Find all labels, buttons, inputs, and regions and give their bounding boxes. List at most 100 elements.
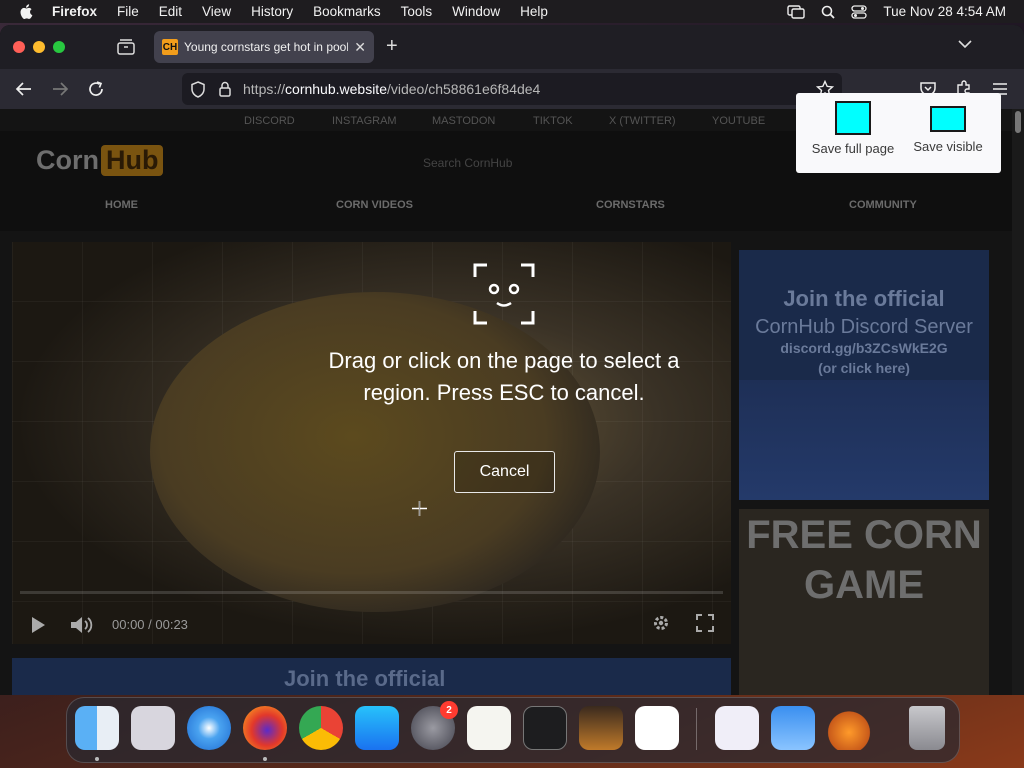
zoom-window-button[interactable] <box>53 41 65 53</box>
menu-bar: Firefox File Edit View History Bookmarks… <box>0 0 1024 23</box>
bottom-discord-banner[interactable]: Join the official <box>12 658 731 695</box>
trash-icon[interactable] <box>909 706 945 750</box>
site-logo[interactable]: Corn Hub <box>36 145 164 176</box>
full-page-icon <box>835 101 871 135</box>
save-full-page-label: Save full page <box>811 141 895 156</box>
garageband-icon[interactable] <box>579 706 623 750</box>
discord-ad-invite: discord.gg/b3ZCsWkE2G <box>780 340 948 356</box>
video-player[interactable]: 00:00 / 00:23 <box>12 242 731 644</box>
control-center-icon[interactable] <box>851 4 868 19</box>
nav-active-underline <box>0 213 1012 241</box>
address-bar[interactable]: https://cornhub.website/video/ch58861e6f… <box>182 73 842 105</box>
video-time-display: 00:00 / 00:23 <box>112 617 188 632</box>
textedit-icon[interactable] <box>467 706 511 750</box>
bottom-banner-text: Join the official <box>284 666 446 691</box>
app-store-icon[interactable] <box>355 706 399 750</box>
browser-tab-active[interactable]: CH Young cornstars get hot in pool ✕ <box>154 31 374 63</box>
lock-icon[interactable] <box>218 81 232 97</box>
logo-text-hub: Hub <box>101 145 164 176</box>
menu-clock[interactable]: Tue Nov 28 4:54 AM <box>883 4 1006 19</box>
forward-arrow-icon[interactable] <box>50 79 70 99</box>
new-tab-button[interactable]: + <box>386 35 398 57</box>
corn-game-ad[interactable]: FREE CORN GAME <box>739 509 989 695</box>
macos-dock: 2 <box>66 697 960 763</box>
system-settings-badge: 2 <box>440 701 458 719</box>
discord-ad-line1: Join the official <box>783 286 945 311</box>
screenshot-options-panel: Save full page Save visible <box>796 93 1001 173</box>
screen-mirroring-icon[interactable] <box>787 4 806 19</box>
discord-ad-illustration <box>739 380 989 500</box>
discord-ad-line2: CornHub Discord Server <box>755 316 973 338</box>
firefox-icon[interactable] <box>243 706 287 750</box>
logo-text-corn: Corn <box>36 145 99 175</box>
menu-window[interactable]: Window <box>452 4 500 19</box>
scrollbar-thumb[interactable] <box>1015 111 1021 133</box>
social-link-youtube[interactable]: YOUTUBE <box>712 115 765 127</box>
crosshair-cursor-icon <box>412 501 427 516</box>
spotlight-search-icon[interactable] <box>821 5 836 19</box>
disk-utility-icon[interactable] <box>827 706 871 750</box>
url-path: /video/ch58861e6f84de4 <box>386 81 541 97</box>
menu-view[interactable]: View <box>202 4 231 19</box>
nav-home[interactable]: HOME <box>105 199 138 211</box>
region-select-face-icon <box>473 263 535 325</box>
menu-app-name[interactable]: Firefox <box>52 4 97 19</box>
video-progress-bar[interactable] <box>20 591 723 594</box>
corn-game-ad-line2: GAME <box>804 563 924 607</box>
chrome-icon[interactable] <box>299 706 343 750</box>
tracking-protection-shield-icon[interactable] <box>190 81 206 98</box>
dock-separator <box>696 708 697 750</box>
social-link-discord[interactable]: DISCORD <box>244 115 295 127</box>
discord-ad-line4: (or click here) <box>818 360 910 376</box>
save-visible-button[interactable]: Save visible <box>910 106 986 154</box>
social-link-tiktok[interactable]: TIKTOK <box>533 115 573 127</box>
instructions-line1: Drag or click on the page to select a <box>328 348 680 373</box>
minimize-window-button[interactable] <box>33 41 45 53</box>
safari-icon[interactable] <box>187 706 231 750</box>
terminal-icon[interactable] <box>523 706 567 750</box>
settings-gear-icon[interactable] <box>652 614 670 632</box>
firefox-view-icon[interactable] <box>116 38 136 56</box>
weather-icon[interactable] <box>771 706 815 750</box>
tab-title: Young cornstars get hot in pool <box>184 40 348 54</box>
cancel-screenshot-button[interactable]: Cancel <box>454 451 555 493</box>
save-full-page-button[interactable]: Save full page <box>810 101 896 156</box>
visual-studio-icon[interactable] <box>715 706 759 750</box>
menu-file[interactable]: File <box>117 4 139 19</box>
menu-edit[interactable]: Edit <box>159 4 182 19</box>
launchpad-icon[interactable] <box>131 706 175 750</box>
nav-corn-videos[interactable]: CORN VIDEOS <box>336 199 413 211</box>
fullscreen-icon[interactable] <box>696 614 714 632</box>
social-link-x-twitter[interactable]: X (TWITTER) <box>609 115 676 127</box>
vscode-icon[interactable] <box>635 706 679 750</box>
site-search-input[interactable]: Search CornHub <box>412 149 592 175</box>
close-tab-icon[interactable]: ✕ <box>354 39 366 55</box>
volume-icon[interactable] <box>70 615 94 635</box>
discord-ad-banner[interactable]: Join the official CornHub Discord Server… <box>739 250 989 500</box>
tab-bar: CH Young cornstars get hot in pool ✕ + <box>0 25 1024 69</box>
back-arrow-icon[interactable] <box>14 79 34 99</box>
play-icon[interactable] <box>30 616 46 634</box>
instructions-line2: region. Press ESC to cancel. <box>363 380 645 405</box>
apple-menu-icon[interactable] <box>19 4 33 19</box>
nav-community[interactable]: COMMUNITY <box>849 199 917 211</box>
close-window-button[interactable] <box>13 41 25 53</box>
finder-running-dot <box>95 757 99 761</box>
nav-cornstars[interactable]: CORNSTARS <box>596 199 665 211</box>
url-scheme: https:// <box>243 81 286 97</box>
menu-tools[interactable]: Tools <box>401 4 433 19</box>
site-favicon: CH <box>162 39 178 55</box>
finder-icon[interactable] <box>75 706 119 750</box>
menu-help[interactable]: Help <box>520 4 548 19</box>
visible-area-icon <box>930 106 966 132</box>
menu-bookmarks[interactable]: Bookmarks <box>313 4 381 19</box>
reload-icon[interactable] <box>86 79 106 99</box>
social-link-mastodon[interactable]: MASTODON <box>432 115 495 127</box>
page-scrollbar[interactable] <box>1012 109 1024 695</box>
url-domain: cornhub.website <box>285 81 387 97</box>
save-visible-label: Save visible <box>913 139 983 154</box>
list-all-tabs-icon[interactable] <box>958 39 972 49</box>
social-link-instagram[interactable]: INSTAGRAM <box>332 115 397 127</box>
corn-game-ad-line1: FREE CORN <box>746 513 982 557</box>
menu-history[interactable]: History <box>251 4 293 19</box>
